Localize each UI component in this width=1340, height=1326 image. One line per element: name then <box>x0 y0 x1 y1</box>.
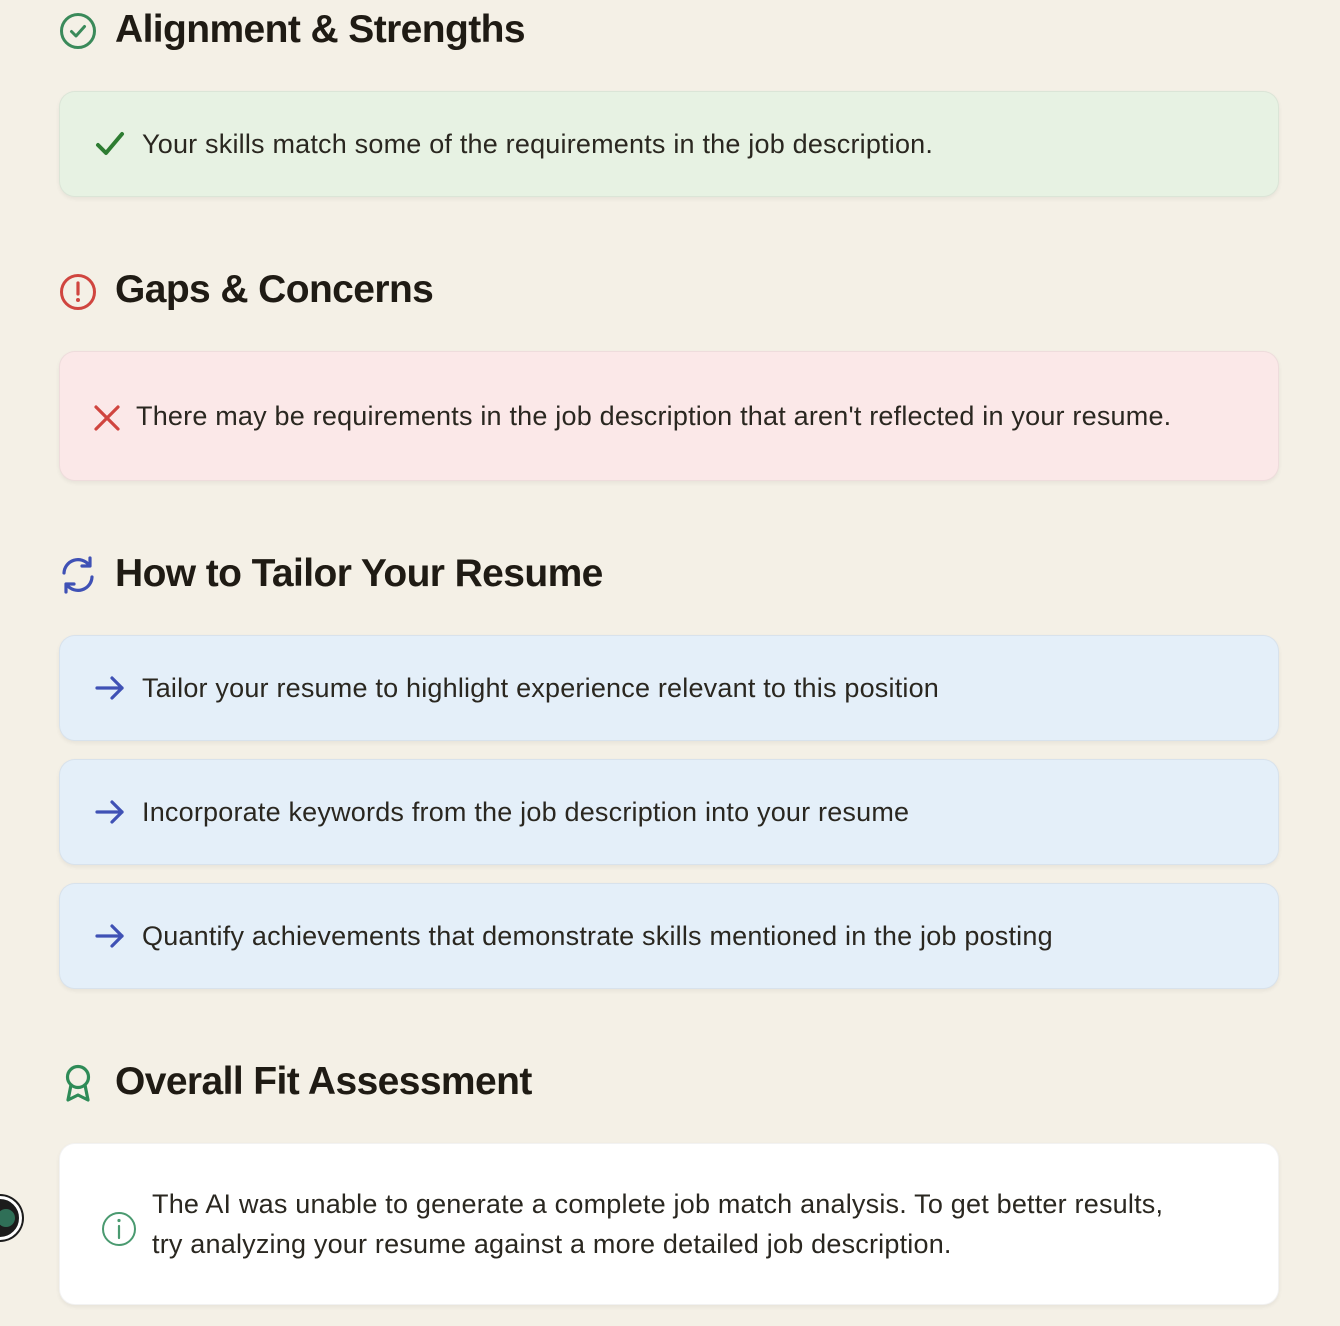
floating-assistant-button[interactable] <box>0 1196 22 1240</box>
strength-text: Your skills match some of the requiremen… <box>142 129 934 159</box>
tailor-card: Incorporate keywords from the job descri… <box>59 759 1279 865</box>
section-title-overall: Overall Fit Assessment <box>115 1060 532 1103</box>
overall-card: The AI was unable to generate a complete… <box>59 1143 1279 1305</box>
arrow-right-icon <box>94 923 126 949</box>
section-heading-strengths: Alignment & Strengths <box>58 8 526 52</box>
check-circle-icon <box>58 10 98 50</box>
gap-card: There may be requirements in the job des… <box>59 351 1279 481</box>
checkmark-icon <box>94 129 126 159</box>
arrow-right-icon <box>94 799 126 825</box>
tailor-text: Incorporate keywords from the job descri… <box>142 797 910 827</box>
refresh-icon <box>58 554 98 594</box>
tailor-card: Quantify achievements that demonstrate s… <box>59 883 1279 989</box>
section-heading-tailor: How to Tailor Your Resume <box>58 552 603 596</box>
section-heading-gaps: Gaps & Concerns <box>58 268 434 312</box>
assistant-logo-icon <box>0 1209 15 1227</box>
overall-text: The AI was unable to generate a complete… <box>152 1189 1164 1259</box>
award-ribbon-icon <box>58 1062 98 1102</box>
section-heading-overall: Overall Fit Assessment <box>58 1060 532 1104</box>
strength-card: Your skills match some of the requiremen… <box>59 91 1279 197</box>
section-title-tailor: How to Tailor Your Resume <box>115 552 603 595</box>
section-title-gaps: Gaps & Concerns <box>115 268 434 311</box>
info-circle-icon <box>100 1210 138 1248</box>
gap-text: There may be requirements in the job des… <box>136 401 1172 431</box>
tailor-card: Tailor your resume to highlight experien… <box>59 635 1279 741</box>
arrow-right-icon <box>94 675 126 701</box>
section-title-strengths: Alignment & Strengths <box>115 8 526 51</box>
tailor-text: Tailor your resume to highlight experien… <box>142 673 940 703</box>
x-icon <box>90 403 124 433</box>
alert-circle-icon <box>58 270 98 310</box>
tailor-text: Quantify achievements that demonstrate s… <box>142 921 1053 951</box>
